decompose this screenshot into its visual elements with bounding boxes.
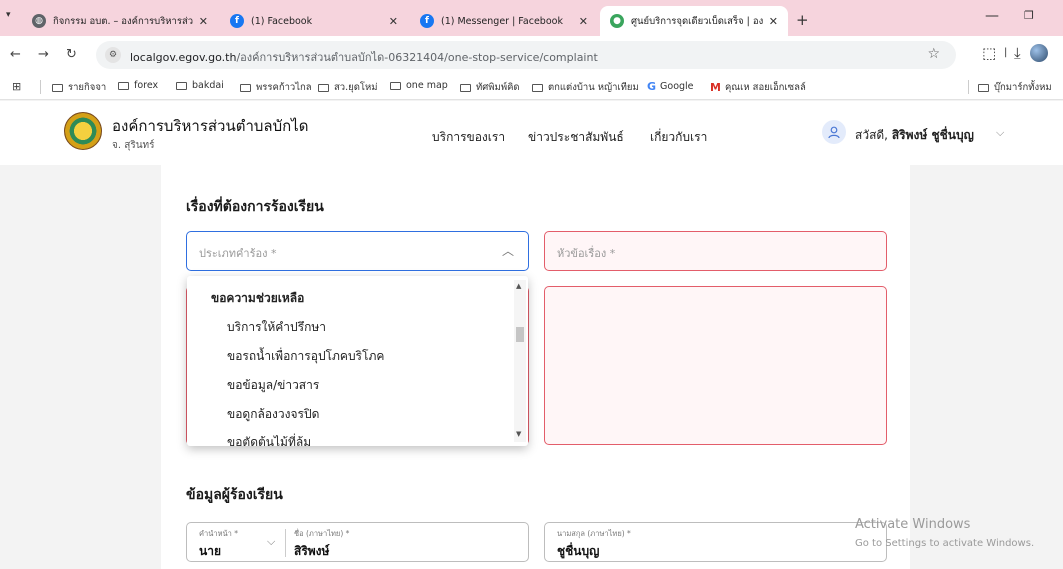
scroll-down-icon[interactable]: ▼	[516, 430, 521, 438]
site-header: องค์การบริหารส่วนตำบลบักได จ. สุรินทร์ บ…	[0, 101, 1063, 165]
scroll-up-icon[interactable]: ▲	[516, 282, 521, 290]
user-name[interactable]: สิริพงษ์ ชูชื่นบุญ	[892, 128, 974, 142]
lastname-input[interactable]: ชูชื่นบุญ	[557, 542, 599, 561]
field-divider	[285, 529, 286, 557]
close-tab-icon[interactable]: ✕	[769, 15, 778, 28]
user-avatar-icon[interactable]	[822, 120, 846, 144]
dropdown-scrollbar[interactable]: ▲ ▼	[514, 280, 526, 442]
tab-search-icon[interactable]: ▾	[6, 10, 11, 20]
bookmark-folder[interactable]: ทัศพิมพ์คิด	[460, 80, 520, 95]
bookmarks-bar: ⊞ รายกิจจา forex bakdai พรรคก้าวไกล สว.ย…	[0, 74, 1063, 100]
dropdown-option[interactable]: ขอรถน้ำเพื่อการอุปโภคบริโภค	[227, 347, 384, 366]
bookmark-folder[interactable]: bakdai	[176, 80, 224, 91]
site-info-icon[interactable]: ⚙	[105, 47, 121, 63]
dropdown-option[interactable]: บริการให้คำปรึกษา	[227, 318, 326, 337]
prefix-select[interactable]: นาย	[199, 542, 221, 561]
activate-windows-title: Activate Windows	[855, 517, 971, 532]
globe-icon: ◍	[32, 14, 46, 28]
chevron-up-icon[interactable]: ︿	[502, 242, 514, 259]
nav-about[interactable]: เกี่ยวกับเรา	[650, 128, 707, 147]
bookmark-gmail[interactable]: M คุณเห สอยเอ็กเซลล์	[710, 80, 806, 95]
extensions-icon[interactable]: ⬚	[982, 44, 996, 62]
site-icon: ●	[610, 14, 624, 28]
browser-tab[interactable]: ◍ กิจกรรม อบต. – องค์การบริหารส่วนตำ ✕	[22, 6, 218, 36]
firstname-input[interactable]: สิริพงษ์	[294, 542, 329, 561]
subject-input[interactable]: หัวข้อเรื่อง *	[544, 231, 887, 271]
org-province: จ. สุรินทร์	[112, 140, 155, 151]
prefix-label: คำนำหน้า *	[199, 529, 238, 538]
firstname-label: ชื่อ (ภาษาไทย) *	[294, 529, 350, 538]
close-tab-icon[interactable]: ✕	[389, 15, 398, 28]
dropdown-option[interactable]: ขอข้อมูล/ข่าวสาร	[227, 376, 319, 395]
reload-icon[interactable]: ↻	[66, 47, 77, 62]
folder-icon	[176, 81, 187, 90]
nav-news[interactable]: ข่าวประชาสัมพันธ์	[528, 128, 624, 147]
bookmark-divider	[40, 80, 41, 94]
bookmark-folder[interactable]: one map	[390, 80, 448, 91]
bookmark-folder[interactable]: รายกิจจา	[52, 80, 106, 95]
detail-textarea[interactable]	[544, 286, 887, 445]
org-logo[interactable]	[64, 112, 102, 150]
folder-icon	[978, 83, 989, 92]
browser-tab-active[interactable]: ● ศูนย์บริการจุดเดียวเบ็ดเสร็จ | องค์การ…	[600, 6, 788, 36]
facebook-icon: f	[420, 14, 434, 28]
bookmark-folder[interactable]: ตกแต่งบ้าน หญ้าเทียม	[532, 80, 639, 95]
lastname-field[interactable]: นามสกุล (ภาษาไทย) * ชูชื่นบุญ	[544, 522, 887, 562]
org-name[interactable]: องค์การบริหารส่วนตำบลบักได	[112, 114, 308, 138]
restore-window-icon[interactable]: ❐	[1024, 9, 1034, 22]
chevron-down-icon[interactable]: ⌵	[996, 126, 1004, 140]
url-text[interactable]: localgov.egov.go.th/องค์การบริหารส่วนตำบ…	[130, 48, 598, 66]
nav-services[interactable]: บริการของเรา	[432, 128, 505, 147]
all-bookmarks-folder[interactable]: บุ๊กมาร์กทั้งหม	[978, 80, 1052, 95]
google-icon: G	[647, 80, 657, 93]
bookmark-star-icon[interactable]: ☆	[927, 46, 940, 62]
scrollbar-thumb[interactable]	[516, 327, 524, 342]
dropdown-option[interactable]: ขอตัดต้นไม้ที่ล้ม	[227, 433, 311, 446]
browser-tab-bar: ▾ ◍ กิจกรรม อบต. – องค์การบริหารส่วนตำ ✕…	[0, 0, 1063, 36]
folder-icon	[390, 81, 401, 90]
folder-icon	[118, 81, 129, 90]
gmail-icon: M	[710, 81, 721, 94]
bookmark-google[interactable]: G Google	[647, 80, 694, 93]
folder-icon	[460, 83, 471, 92]
dropdown-option[interactable]: ขอดูกล้องวงจรปิด	[227, 405, 319, 424]
address-bar-row: ← → ↻ ⚙ localgov.egov.go.th/องค์การบริหา…	[0, 36, 1063, 74]
dropdown-group-label: ขอความช่วยเหลือ	[211, 291, 305, 305]
close-tab-icon[interactable]: ✕	[579, 15, 588, 28]
new-tab-icon[interactable]: +	[796, 11, 809, 29]
section-complainant-title: ข้อมูลผู้ร้องเรียน	[186, 487, 283, 503]
browser-tab[interactable]: f (1) Messenger | Facebook ✕	[410, 6, 598, 36]
close-tab-icon[interactable]: ✕	[199, 15, 208, 28]
forward-icon[interactable]: →	[38, 47, 49, 62]
facebook-icon: f	[230, 14, 244, 28]
minimize-icon[interactable]: —	[985, 8, 999, 24]
complaint-type-dropdown[interactable]: ขอความช่วยเหลือ บริการให้คำปรึกษา ขอรถน้…	[187, 276, 528, 446]
user-greeting[interactable]: สวัสดี, สิริพงษ์ ชูชื่นบุญ	[855, 126, 974, 145]
name-field-group: คำนำหน้า * นาย ⌵ ชื่อ (ภาษาไทย) * สิริพง…	[186, 522, 529, 562]
bookmark-divider	[968, 80, 969, 94]
bookmark-folder[interactable]: สว.ยุดโหม่	[318, 80, 378, 95]
folder-icon	[52, 83, 63, 92]
folder-icon	[532, 83, 543, 92]
browser-tab[interactable]: f (1) Facebook ✕	[220, 6, 408, 36]
chevron-down-icon[interactable]: ⌵	[267, 535, 275, 549]
section-complaint-title: เรื่องที่ต้องการร้องเรียน	[186, 199, 324, 215]
bookmark-folder[interactable]: พรรคก้าวไกล	[240, 80, 312, 95]
url-bar[interactable]: ⚙ localgov.egov.go.th/องค์การบริหารส่วนต…	[96, 41, 956, 69]
complaint-type-select[interactable]: ประเภทคำร้อง * ︿	[186, 231, 529, 271]
toolbar-divider: |	[1004, 47, 1008, 58]
folder-icon	[318, 83, 329, 92]
download-icon[interactable]: ⤓	[1014, 44, 1021, 62]
activate-windows-subtitle: Go to Settings to activate Windows.	[855, 538, 1035, 549]
folder-icon	[240, 83, 251, 92]
bookmark-folder[interactable]: forex	[118, 80, 158, 91]
lastname-label: นามสกุล (ภาษาไทย) *	[557, 529, 631, 538]
back-icon[interactable]: ←	[10, 47, 21, 62]
apps-grid-icon[interactable]: ⊞	[12, 80, 21, 93]
profile-avatar-icon[interactable]	[1030, 44, 1048, 62]
